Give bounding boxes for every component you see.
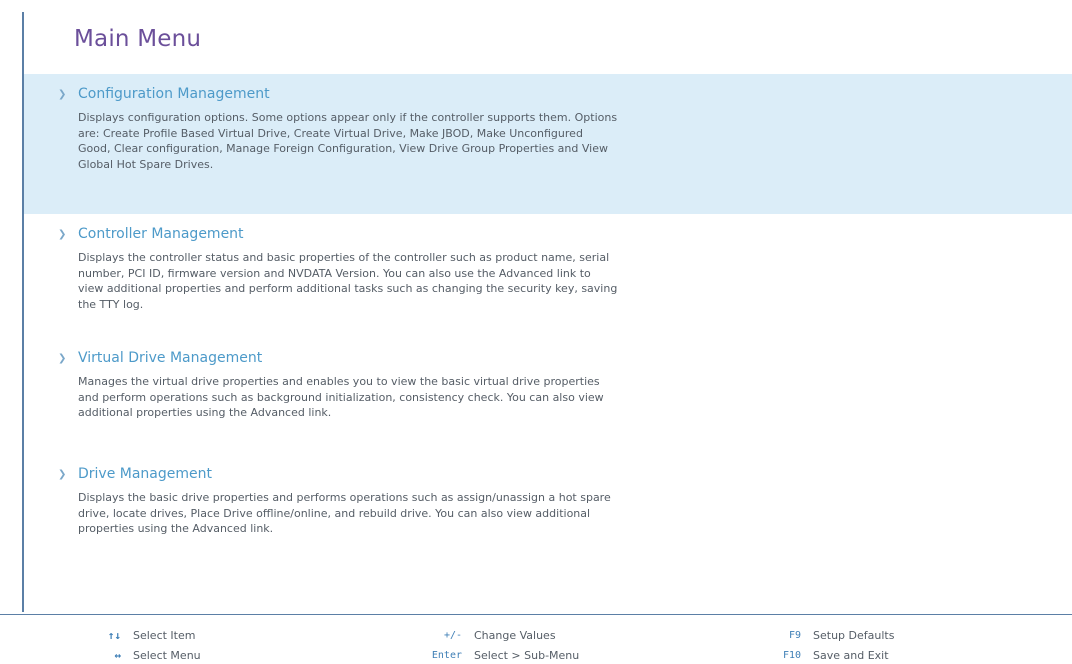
- menu-item-label[interactable]: Virtual Drive Management: [78, 348, 1072, 368]
- key-hint-bar: ↑↓ Select Item ↔ Select Menu +/- Change …: [0, 614, 1072, 664]
- menu-item-label[interactable]: Drive Management: [78, 464, 1072, 484]
- main-menu-list: ❯ Configuration Management Displays conf…: [24, 74, 1072, 564]
- f10-key: F10: [782, 650, 801, 661]
- menu-item-label[interactable]: Controller Management: [78, 224, 1072, 244]
- chevron-right-icon: ❯: [58, 229, 67, 240]
- menu-item-virtual-drive-management[interactable]: ❯ Virtual Drive Management Manages the v…: [24, 338, 1072, 454]
- menu-item-controller-management[interactable]: ❯ Controller Management Displays the con…: [24, 214, 1072, 338]
- hint-text: Select > Sub-Menu: [474, 649, 580, 662]
- menu-item-description: Displays the controller status and basic…: [78, 251, 618, 311]
- up-down-arrows-icon: ↑↓: [107, 629, 121, 642]
- hint-save-exit: F10 Save and Exit: [783, 648, 889, 664]
- hint-text: Setup Defaults: [813, 629, 895, 642]
- chevron-right-icon: ❯: [58, 89, 67, 100]
- hint-text: Save and Exit: [813, 649, 889, 662]
- hint-setup-defaults: F9 Setup Defaults: [789, 628, 895, 644]
- chevron-right-icon: ❯: [58, 353, 67, 364]
- hint-text: Select Menu: [133, 649, 201, 662]
- hint-select-menu: ↔ Select Menu: [114, 648, 201, 664]
- enter-key: Enter: [431, 650, 462, 661]
- menu-item-configuration-management[interactable]: ❯ Configuration Management Displays conf…: [24, 74, 1072, 214]
- menu-item-label[interactable]: Configuration Management: [78, 84, 1072, 104]
- menu-item-description: Displays the basic drive properties and …: [78, 491, 611, 535]
- setup-screen: Main Menu ❯ Configuration Management Dis…: [0, 0, 1072, 664]
- left-right-arrows-icon: ↔: [114, 649, 121, 662]
- hint-change-values: +/- Change Values: [444, 628, 556, 644]
- menu-item-drive-management[interactable]: ❯ Drive Management Displays the basic dr…: [24, 454, 1072, 564]
- chevron-right-icon: ❯: [58, 469, 67, 480]
- hint-text: Select Item: [133, 629, 196, 642]
- hint-select-item: ↑↓ Select Item: [108, 628, 196, 644]
- hint-text: Change Values: [474, 629, 556, 642]
- menu-item-description: Manages the virtual drive properties and…: [78, 375, 604, 419]
- f9-key: F9: [788, 630, 801, 641]
- plus-minus-key: +/-: [443, 630, 462, 641]
- menu-item-description: Displays configuration options. Some opt…: [78, 111, 618, 171]
- page-title: Main Menu: [74, 26, 202, 52]
- hint-select-submenu: Enter Select > Sub-Menu: [432, 648, 580, 664]
